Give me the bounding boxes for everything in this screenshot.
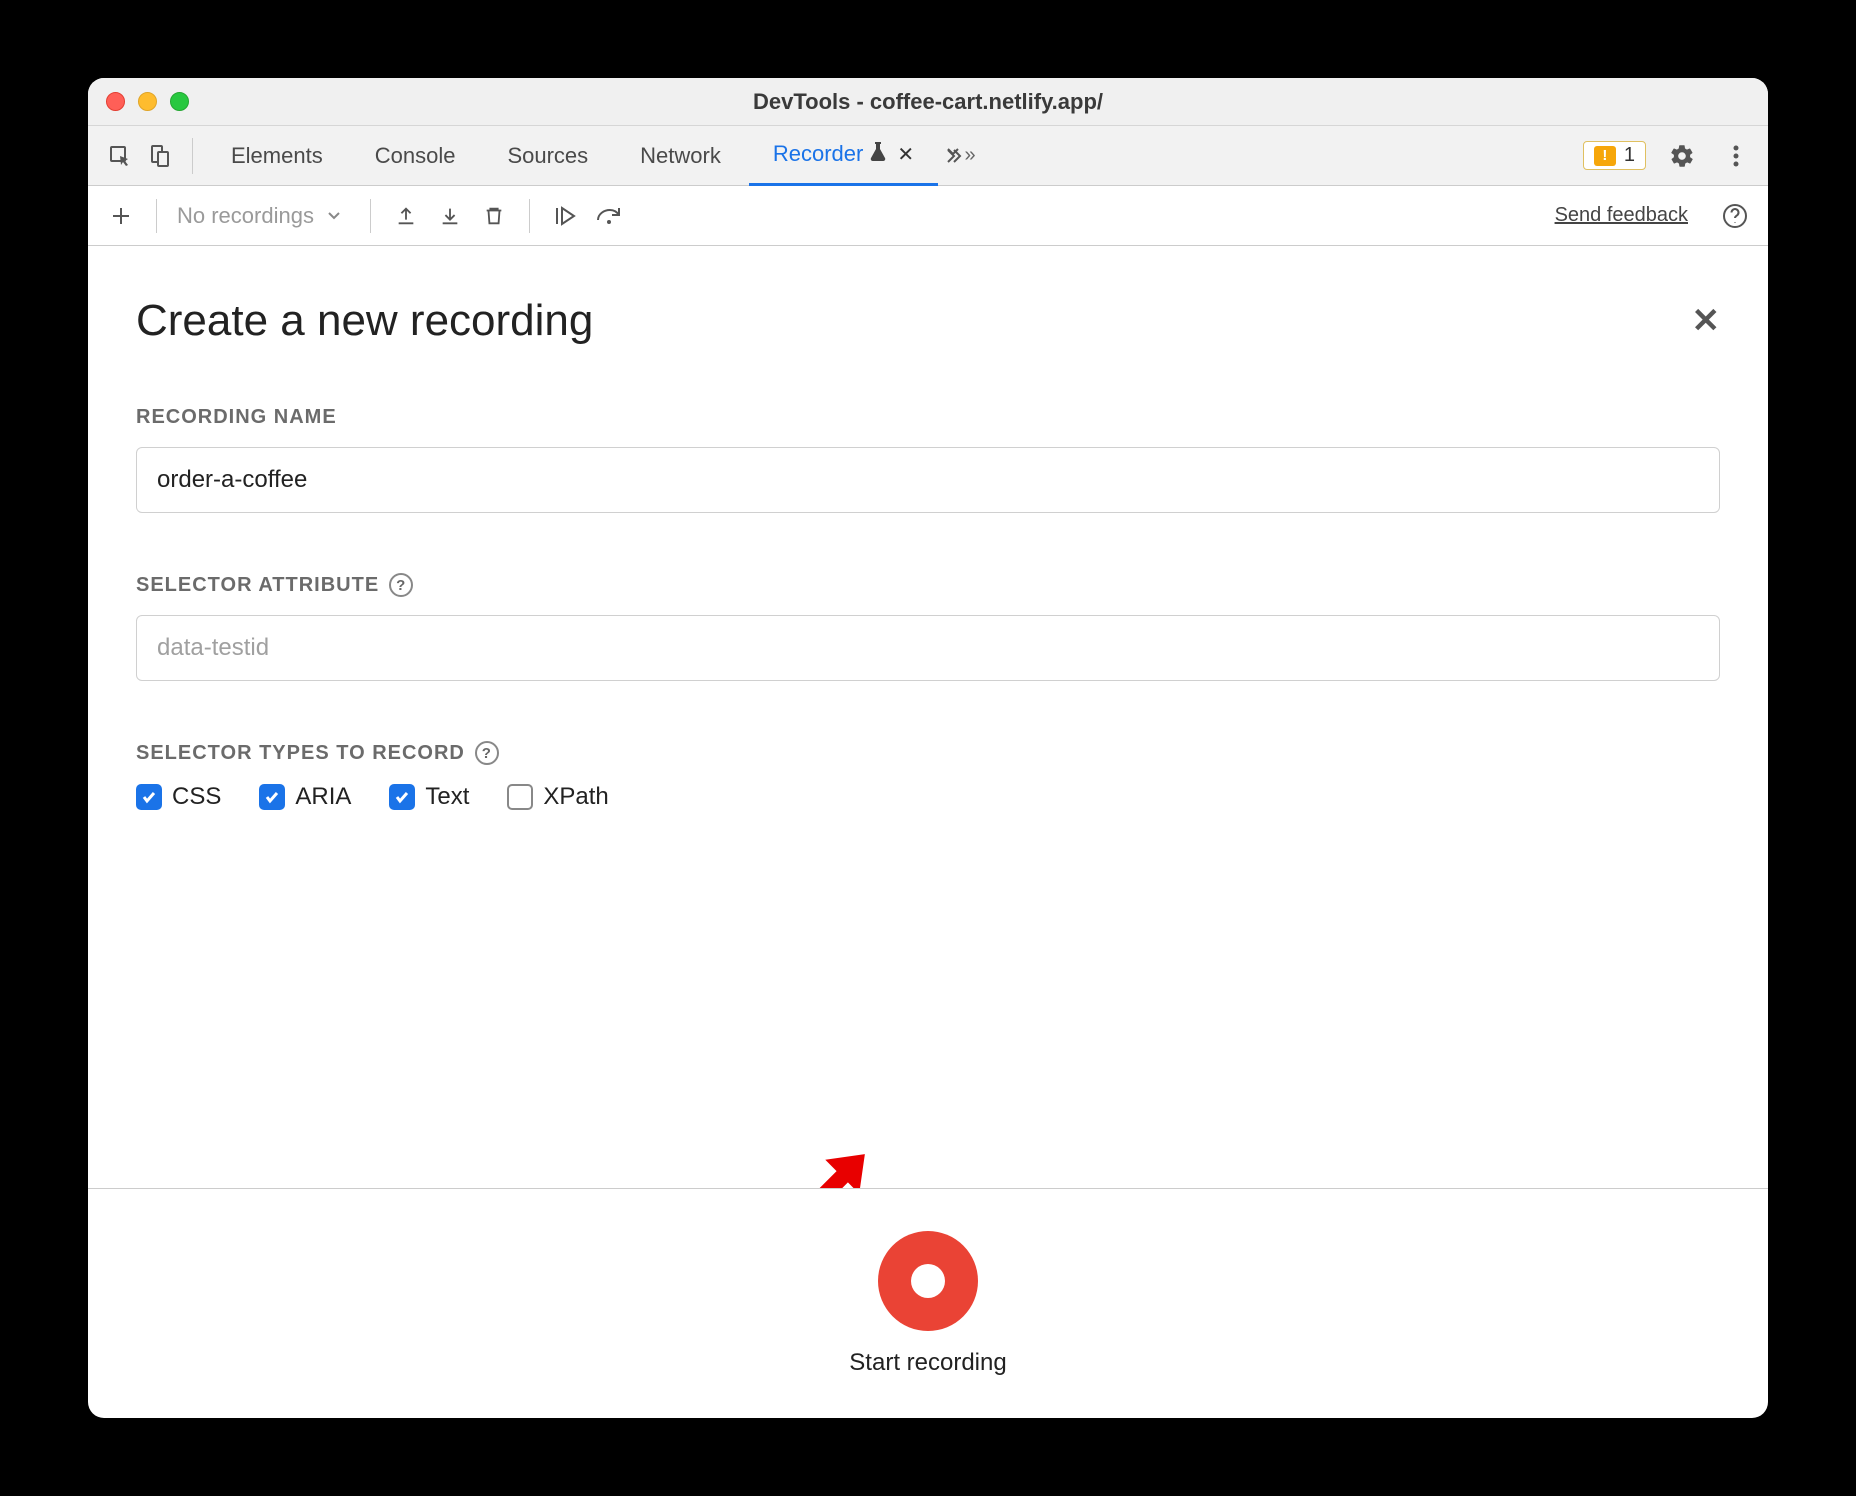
kebab-menu-icon[interactable] (1718, 138, 1754, 174)
checkbox-icon (136, 784, 162, 810)
tab-recorder-label: Recorder (773, 141, 863, 167)
page-title: Create a new recording (136, 296, 593, 346)
export-icon[interactable] (391, 201, 421, 231)
content-area: Create a new recording ✕ RECORDING NAME … (88, 246, 1768, 1188)
device-toggle-icon[interactable] (142, 138, 178, 174)
warning-icon: ! (1594, 146, 1616, 166)
help-icon[interactable]: ? (389, 573, 413, 597)
checkbox-text[interactable]: Text (389, 783, 469, 811)
issues-badge[interactable]: ! 1 (1583, 141, 1646, 170)
selector-attribute-label: SELECTOR ATTRIBUTE ? (136, 573, 1720, 597)
delete-icon[interactable] (479, 201, 509, 231)
recording-name-label: RECORDING NAME (136, 406, 1720, 429)
step-icon[interactable] (594, 201, 624, 231)
close-panel-icon[interactable]: ✕ (1692, 301, 1721, 341)
checkbox-xpath[interactable]: XPath (507, 783, 608, 811)
selector-attribute-input[interactable] (136, 615, 1720, 681)
help-icon[interactable]: ? (475, 741, 499, 765)
start-recording-button[interactable] (878, 1231, 978, 1331)
selector-attribute-field: SELECTOR ATTRIBUTE ? (136, 573, 1720, 681)
more-tabs-icon[interactable]: » (942, 138, 978, 174)
divider (529, 199, 530, 233)
divider (370, 199, 371, 233)
replay-icon[interactable] (550, 201, 580, 231)
right-tools: ! 1 (1583, 138, 1754, 174)
devtools-tabstrip: Elements Console Sources Network Recorde… (88, 126, 1768, 186)
flask-icon (869, 141, 887, 167)
page-header: Create a new recording ✕ (136, 296, 1720, 346)
import-icon[interactable] (435, 201, 465, 231)
add-recording-icon[interactable] (106, 201, 136, 231)
window-title: DevTools - coffee-cart.netlify.app/ (88, 89, 1768, 115)
checkbox-css[interactable]: CSS (136, 783, 221, 811)
inspect-icon[interactable] (102, 138, 138, 174)
footer: Start recording (88, 1188, 1768, 1418)
recordings-dropdown[interactable]: No recordings (177, 203, 342, 229)
recordings-dropdown-label: No recordings (177, 203, 314, 229)
checkbox-icon (389, 784, 415, 810)
tab-network[interactable]: Network (616, 126, 745, 186)
tab-console[interactable]: Console (351, 126, 480, 186)
start-recording-label: Start recording (849, 1349, 1006, 1377)
titlebar: DevTools - coffee-cart.netlify.app/ (88, 78, 1768, 126)
settings-icon[interactable] (1664, 138, 1700, 174)
recording-name-input[interactable] (136, 447, 1720, 513)
recorder-toolbar: No recordings Send feedback (88, 186, 1768, 246)
chevron-down-icon (326, 203, 342, 229)
selector-types-checkboxes: CSS ARIA Text XPath (136, 783, 1720, 811)
record-icon (911, 1264, 945, 1298)
send-feedback-link[interactable]: Send feedback (1555, 204, 1688, 227)
divider (192, 138, 193, 174)
selector-types-field: SELECTOR TYPES TO RECORD ? CSS ARIA Text (136, 741, 1720, 811)
tab-recorder[interactable]: Recorder ✕ (749, 126, 938, 186)
devtools-window: DevTools - coffee-cart.netlify.app/ Elem… (88, 78, 1768, 1418)
help-icon[interactable] (1720, 201, 1750, 231)
close-tab-icon[interactable]: ✕ (897, 142, 914, 167)
divider (156, 199, 157, 233)
selector-types-label: SELECTOR TYPES TO RECORD ? (136, 741, 1720, 765)
issues-count: 1 (1624, 144, 1635, 167)
checkbox-icon (259, 784, 285, 810)
recording-name-field: RECORDING NAME (136, 406, 1720, 513)
tab-elements[interactable]: Elements (207, 126, 347, 186)
annotation-arrow-icon (788, 1131, 888, 1188)
tab-sources[interactable]: Sources (483, 126, 612, 186)
checkbox-icon (507, 784, 533, 810)
checkbox-aria[interactable]: ARIA (259, 783, 351, 811)
